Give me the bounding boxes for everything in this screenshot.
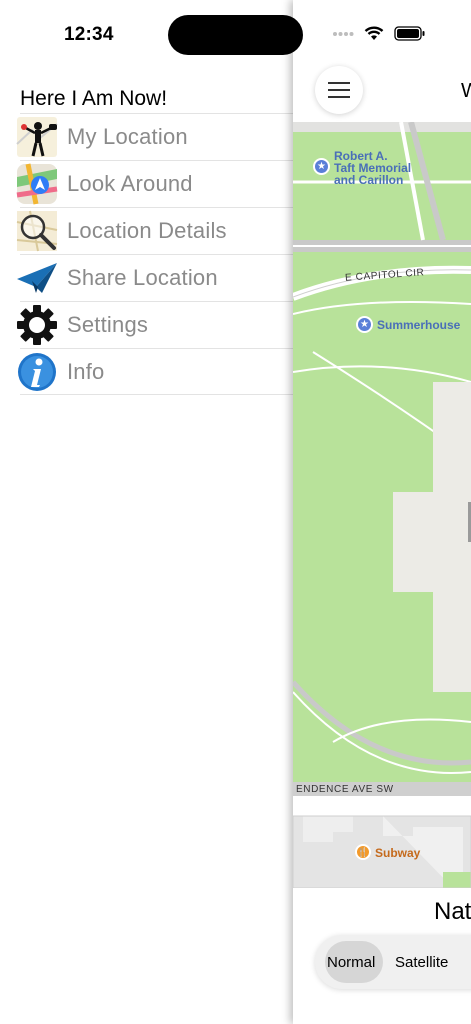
signal-icon: [333, 31, 354, 36]
restaurant-icon[interactable]: 🍴: [355, 844, 371, 860]
map-type-segmented-control[interactable]: Normal Satellite: [315, 935, 471, 989]
poi-label-taft[interactable]: Robert A. Taft Memorial and Carillon: [334, 150, 411, 186]
place-name: Nat: [434, 898, 471, 925]
map-roads: [293, 122, 471, 888]
menu-item-label: My Location: [67, 124, 188, 149]
hamburger-line: [328, 96, 350, 98]
status-icons: [332, 26, 426, 41]
business-label-subway[interactable]: Subway: [375, 846, 420, 860]
dynamic-island: [168, 15, 303, 55]
poi-label-line: and Carillon: [334, 173, 404, 187]
hamburger-line: [328, 82, 350, 84]
segment-satellite[interactable]: Satellite: [395, 954, 448, 971]
menu-item-settings[interactable]: Settings: [17, 301, 293, 348]
menu-item-look-around[interactable]: Look Around: [16, 160, 293, 207]
menu-item-label: Settings: [67, 312, 149, 337]
battery-icon: [394, 26, 425, 41]
info-icon: [16, 351, 58, 393]
map-panel[interactable]: W ★ Robert A. Taft Memorial and Carillon…: [293, 0, 471, 1024]
menu-item-location-details[interactable]: Location Details: [16, 207, 293, 254]
map-header: W: [293, 60, 471, 122]
hamburger-line: [328, 89, 350, 91]
maps-app-icon: [16, 163, 58, 205]
landmark-star-icon[interactable]: ★: [313, 158, 330, 175]
segment-normal[interactable]: Normal: [327, 954, 375, 971]
wifi-icon: [364, 26, 384, 40]
menu-item-label: Look Around: [67, 171, 193, 196]
map-header-title: W: [461, 80, 471, 102]
menu-title: Here I Am Now!: [20, 87, 168, 110]
menu-item-share-location[interactable]: Share Location: [17, 254, 293, 301]
menu-item-label: Location Details: [67, 218, 227, 243]
menu-item-my-location[interactable]: My Location: [16, 113, 293, 160]
hamburger-menu-button[interactable]: [315, 66, 363, 114]
magnifier-map-icon: [16, 210, 58, 252]
menu-item-label: Info: [67, 358, 105, 384]
status-time: 12:34: [64, 24, 114, 45]
gear-icon: [16, 304, 58, 346]
menu-item-label: Share Location: [67, 265, 218, 290]
paper-plane-icon: [16, 257, 58, 299]
map-view[interactable]: ★ Robert A. Taft Memorial and Carillon E…: [293, 122, 471, 888]
landmark-star-icon[interactable]: ★: [356, 316, 373, 333]
poi-label-summerhouse[interactable]: Summerhouse: [377, 319, 460, 331]
menu-item-info[interactable]: Info: [18, 348, 293, 395]
menu-list: My Location Look Around Location Details: [0, 113, 293, 395]
person-pointing-icon: [16, 116, 58, 158]
street-label-independence: ENDENCE AVE SW: [296, 784, 394, 795]
